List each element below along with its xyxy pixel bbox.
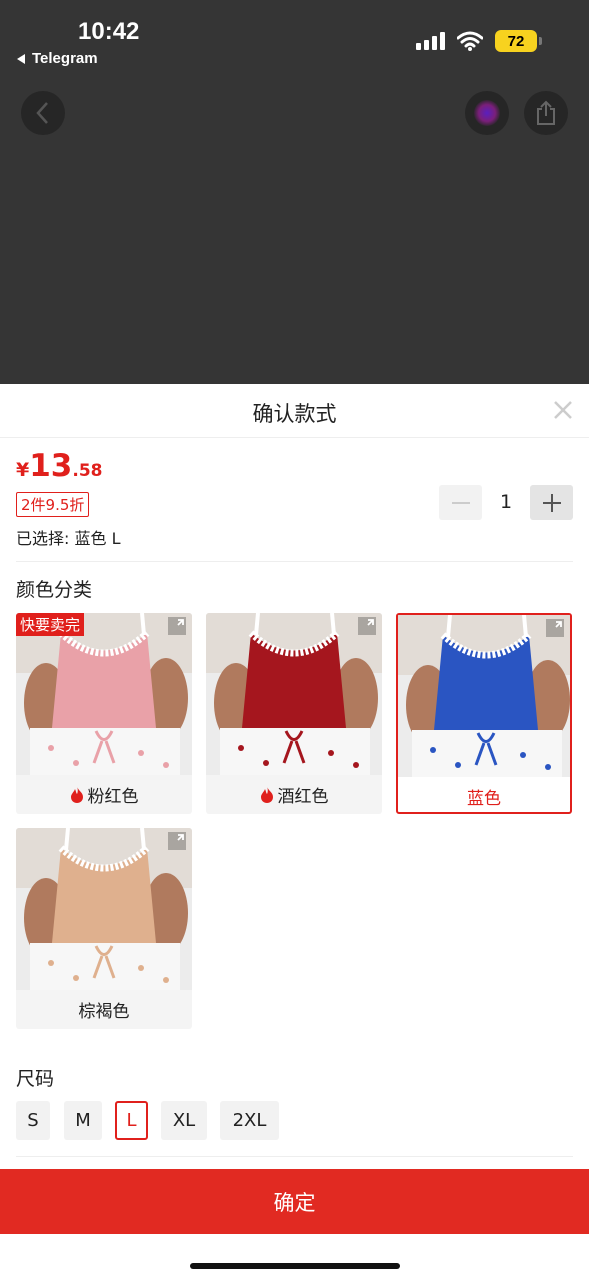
quantity-value: 1 xyxy=(499,491,513,513)
close-icon[interactable] xyxy=(549,396,577,424)
color-option-caption: 棕褐色 xyxy=(16,990,192,1029)
quantity-increase-button[interactable] xyxy=(530,485,573,520)
color-option-card[interactable]: 快要卖完粉红色 xyxy=(16,613,192,814)
product-image xyxy=(398,615,570,777)
sheet-title: 确认款式 xyxy=(252,402,337,426)
color-option-label: 棕褐色 xyxy=(78,1002,130,1022)
divider xyxy=(16,561,573,562)
battery-level: 72 xyxy=(507,32,525,50)
status-time: 10:42 xyxy=(78,18,140,45)
size-option-m[interactable]: M xyxy=(64,1101,102,1140)
size-label: S xyxy=(27,1110,39,1131)
expand-icon[interactable] xyxy=(546,619,564,637)
color-option-card[interactable]: 蓝色 xyxy=(396,613,572,814)
size-section-label: 尺码 xyxy=(16,1068,55,1090)
plus-icon xyxy=(542,493,561,512)
back-button[interactable] xyxy=(21,91,65,135)
color-option-label: 蓝色 xyxy=(467,789,501,809)
back-to-app-link[interactable]: Telegram xyxy=(16,50,98,67)
fire-icon xyxy=(70,786,83,803)
selected-summary: 已选择: 蓝色 L xyxy=(16,529,121,548)
expand-icon[interactable] xyxy=(358,617,376,635)
price: ¥ 13 .58 xyxy=(16,448,103,484)
divider xyxy=(16,1156,573,1157)
sheet-header: 确认款式 xyxy=(0,384,589,438)
price-decimal: .58 xyxy=(72,461,103,481)
confirm-button[interactable]: 确定 xyxy=(0,1169,589,1234)
color-option-caption: 蓝色 xyxy=(398,777,570,812)
color-option-caption: 酒红色 xyxy=(206,775,382,814)
share-icon xyxy=(537,100,555,125)
size-option-l[interactable]: L xyxy=(115,1101,148,1140)
back-triangle-icon xyxy=(17,53,25,64)
wifi-icon xyxy=(457,31,483,51)
status-icons: 72 xyxy=(416,30,542,52)
avatar xyxy=(474,100,500,126)
size-option-2xl[interactable]: 2XL xyxy=(220,1101,279,1140)
color-section-label: 颜色分类 xyxy=(16,579,93,601)
promo-tag: 2件9.5折 xyxy=(16,492,90,517)
color-option-label: 粉红色 xyxy=(87,787,139,807)
style-picker-sheet: 确认款式 ¥ 13 .58 2件9.5折 已选择: 蓝色 L 1 颜色分类 快要… xyxy=(0,384,589,1280)
signal-icon xyxy=(416,32,445,50)
color-option-caption: 粉红色 xyxy=(16,775,192,814)
chevron-left-icon xyxy=(36,102,48,124)
size-option-xl[interactable]: XL xyxy=(161,1101,207,1140)
share-button[interactable] xyxy=(524,91,568,135)
back-app-label: Telegram xyxy=(32,50,98,67)
expand-icon[interactable] xyxy=(168,617,186,635)
product-image xyxy=(16,613,192,775)
size-label: XL xyxy=(172,1110,196,1131)
product-image xyxy=(206,613,382,775)
size-label: L xyxy=(126,1110,137,1131)
color-option-card[interactable]: 棕褐色 xyxy=(16,828,192,1029)
avatar-button[interactable] xyxy=(465,91,509,135)
color-option-label: 酒红色 xyxy=(277,787,329,807)
size-label: 2XL xyxy=(232,1110,267,1131)
low-stock-badge: 快要卖完 xyxy=(16,613,85,636)
product-image xyxy=(16,828,192,990)
minus-icon xyxy=(451,501,470,504)
price-integer: 13 xyxy=(29,448,73,484)
top-background: 10:42 Telegram 72 xyxy=(0,0,589,384)
battery-icon: 72 xyxy=(495,30,542,52)
quantity-decrease-button[interactable] xyxy=(439,485,482,520)
expand-icon[interactable] xyxy=(168,832,186,850)
price-symbol: ¥ xyxy=(16,459,30,481)
fire-icon xyxy=(260,786,273,803)
home-indicator xyxy=(190,1263,400,1269)
size-option-s[interactable]: S xyxy=(16,1101,50,1140)
color-option-card[interactable]: 酒红色 xyxy=(206,613,382,814)
size-label: M xyxy=(75,1110,91,1131)
